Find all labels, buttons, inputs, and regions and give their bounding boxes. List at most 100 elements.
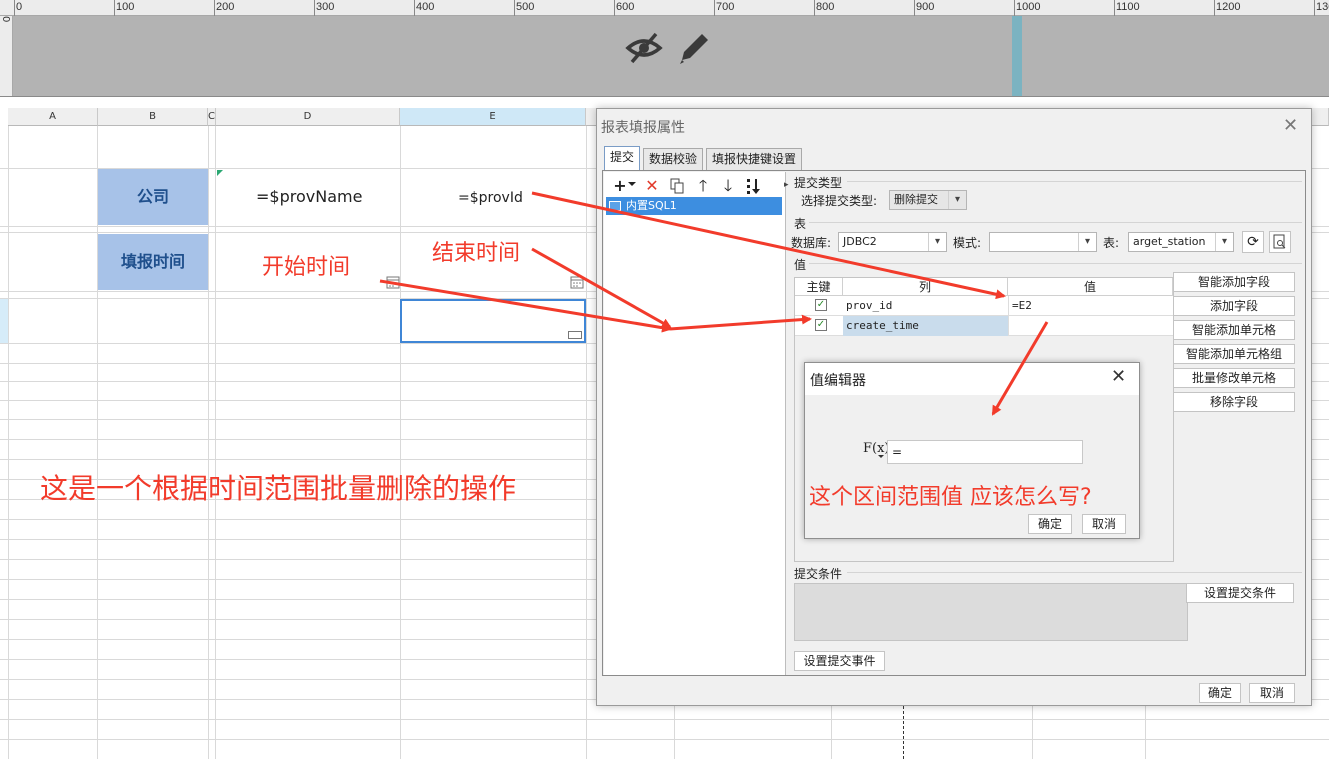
ruler-label: 1100 — [1116, 1, 1140, 13]
refresh-icon[interactable]: ⟳ — [1242, 231, 1264, 253]
close-icon[interactable]: ✕ — [1111, 366, 1126, 387]
column-header-a[interactable]: A — [8, 108, 98, 126]
formula-icon[interactable]: F(x) — [863, 441, 890, 456]
table-label: 表: — [1103, 236, 1120, 250]
submit-condition-area[interactable] — [794, 583, 1188, 641]
schema-select[interactable]: ▾ — [989, 232, 1097, 252]
choose-submit-type-label: 选择提交类型: — [801, 194, 878, 208]
ruler-label: 900 — [916, 1, 935, 13]
selected-cell-e3[interactable] — [400, 299, 586, 343]
page-break-line — [903, 706, 904, 759]
band-divider — [0, 96, 1329, 97]
annotation-range-question: 这个区间范围值 应该怎么写? — [809, 485, 1092, 510]
set-submit-condition-button[interactable]: 设置提交条件 — [1186, 583, 1294, 603]
arrow-down-icon[interactable]: 🡓 — [718, 176, 738, 196]
column-header-b[interactable]: B — [98, 108, 208, 126]
cell-fill-time-label[interactable]: 填报时间 — [98, 234, 208, 290]
table-select[interactable]: arget_station ▾ — [1128, 232, 1234, 252]
ruler-label: 200 — [216, 1, 235, 13]
cell-prov-name[interactable]: =$provName — [256, 187, 362, 206]
remove-field-button[interactable]: 移除字段 — [1173, 392, 1295, 412]
smart-add-field-button[interactable]: 智能添加字段 — [1173, 272, 1295, 292]
section-submit-condition: 提交条件 — [794, 567, 843, 581]
chevron-down-icon: ▾ — [928, 233, 946, 251]
vruler-label: 0 — [0, 16, 11, 23]
database-select[interactable]: JDBC2 ▾ — [838, 232, 947, 252]
submit-type-select[interactable]: 删除提交 ▾ — [889, 190, 967, 210]
calendar-icon[interactable] — [386, 275, 400, 289]
value-editor-dialog: 值编辑器 ✕ F(x) = 这个区间范围值 应该怎么写? 确定 取消 — [804, 362, 1140, 539]
close-icon[interactable]: ✕ — [1283, 115, 1298, 136]
tree-item-label: 内置SQL1 — [626, 199, 677, 212]
ruler-label: 1300 — [1316, 1, 1329, 13]
chevron-right-icon[interactable]: ▸ — [784, 180, 789, 190]
primary-key-checkbox[interactable]: ✓ — [815, 319, 827, 331]
ruler-label: 0 — [16, 1, 23, 13]
value-input[interactable]: = — [887, 440, 1083, 464]
ruler-label: 800 — [816, 1, 835, 13]
pencil-icon[interactable] — [680, 34, 708, 64]
value-editor-ok-button[interactable]: 确定 — [1028, 514, 1072, 534]
section-submit-type: 提交类型 — [794, 176, 843, 190]
text-widget-icon — [568, 331, 582, 339]
section-value: 值 — [794, 258, 807, 272]
horizontal-ruler: 0 100 200 300 400 500 600 700 800 900 10… — [0, 0, 1329, 16]
database-label: 数据库: — [791, 236, 832, 250]
chevron-down-icon: ▾ — [1078, 233, 1096, 251]
table-header-value: 值 — [1008, 278, 1173, 296]
tree-item-sql1[interactable]: 内置SQL1 — [606, 197, 782, 215]
row-highlight — [0, 299, 8, 343]
table-row[interactable]: ✓ create_time — [795, 316, 1173, 336]
band-marker[interactable] — [1012, 16, 1022, 96]
value-editor-cancel-button[interactable]: 取消 — [1082, 514, 1126, 534]
value-editor-title: 值编辑器 — [810, 373, 866, 389]
annotation-batch-delete: 这是一个根据时间范围批量删除的操作 — [40, 472, 517, 505]
ok-button[interactable]: 确定 — [1199, 683, 1241, 703]
table-header-column: 列 — [843, 278, 1008, 296]
sort-icon[interactable] — [745, 176, 765, 196]
eye-slash-icon[interactable] — [625, 32, 663, 64]
column-header-c[interactable]: C — [208, 108, 216, 126]
smart-add-cell-group-button[interactable]: 智能添加单元格组 — [1173, 344, 1295, 364]
chevron-down-icon: ▾ — [948, 191, 966, 209]
row-value[interactable]: =E2 — [1008, 296, 1173, 316]
copy-icon[interactable] — [667, 176, 687, 196]
calendar-icon[interactable] — [570, 275, 584, 289]
submit-type-value: 删除提交 — [894, 193, 938, 206]
tab-data-validation[interactable]: 数据校验 — [643, 148, 704, 170]
ruler-label: 700 — [716, 1, 735, 13]
table-icon — [609, 201, 621, 211]
table-row[interactable]: ✓ prov_id =E2 — [795, 296, 1173, 316]
primary-key-checkbox[interactable]: ✓ — [815, 299, 827, 311]
chevron-down-icon[interactable] — [628, 182, 636, 186]
ruler-label: 600 — [616, 1, 635, 13]
preview-icon[interactable] — [1269, 231, 1291, 253]
screen-root: 0 100 200 300 400 500 600 700 800 900 10… — [0, 0, 1329, 759]
table-value: arget_station — [1133, 235, 1206, 248]
band-icons — [624, 28, 714, 68]
batch-edit-cell-button[interactable]: 批量修改单元格 — [1173, 368, 1295, 388]
cell-prov-id[interactable]: =$provId — [458, 190, 523, 206]
database-value: JDBC2 — [843, 235, 877, 248]
column-header-d[interactable]: D — [216, 108, 400, 126]
tab-shortcut-settings[interactable]: 填报快捷键设置 — [706, 148, 803, 170]
delete-icon[interactable]: ✕ — [642, 176, 662, 196]
add-icon[interactable]: + — [610, 176, 630, 196]
row-value[interactable] — [1008, 316, 1173, 336]
vertical-ruler: 0 — [0, 16, 13, 96]
set-submit-event-button[interactable]: 设置提交事件 — [794, 651, 885, 671]
cancel-button[interactable]: 取消 — [1249, 683, 1295, 703]
annotation-start-time: 开始时间 — [262, 255, 351, 280]
smart-add-cell-button[interactable]: 智能添加单元格 — [1173, 320, 1295, 340]
add-field-button[interactable]: 添加字段 — [1173, 296, 1295, 316]
ruler-label: 500 — [516, 1, 535, 13]
chevron-down-icon[interactable] — [878, 455, 884, 458]
arrow-up-icon[interactable]: 🡑 — [693, 176, 713, 196]
column-header-e[interactable]: E — [400, 108, 586, 126]
cell-marker — [217, 170, 223, 176]
table-header-key: 主键 — [795, 278, 843, 296]
ruler-label: 300 — [316, 1, 335, 13]
cell-company-label[interactable]: 公司 — [98, 169, 208, 225]
section-table: 表 — [794, 217, 807, 231]
tab-submit[interactable]: 提交 — [604, 146, 641, 170]
